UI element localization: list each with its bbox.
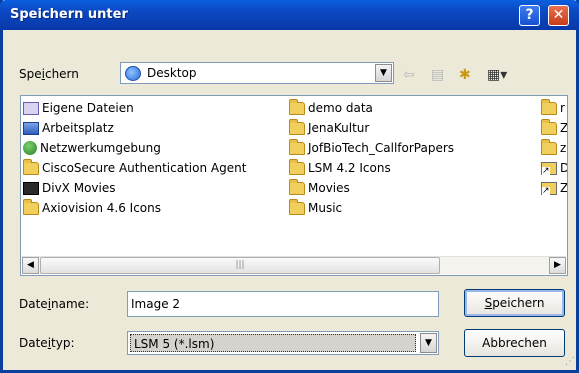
item-label: r [560, 101, 565, 115]
grip-icon: ||| [235, 260, 245, 270]
item-label: Movies [308, 181, 350, 195]
cancel-button-label: Abbrechen [482, 336, 547, 350]
folder-icon [541, 138, 557, 155]
item-label: LSM 4.2 Icons [308, 161, 391, 175]
back-arrow-icon[interactable]: ⇦ [403, 66, 415, 84]
filetype-label: Dateityp: [19, 336, 75, 350]
location-dropdown-button[interactable]: ▼ [375, 64, 392, 82]
folder-icon [289, 178, 305, 195]
help-button[interactable]: ? [519, 5, 540, 26]
filetype-selected: LSM 5 (*.lsm) [130, 334, 416, 352]
shortcut-icon [541, 161, 557, 176]
filetype-combo[interactable]: LSM 5 (*.lsm) ▼ [127, 331, 439, 355]
list-item[interactable]: CiscoSecure Authentication Agent [23, 158, 246, 178]
item-label: Z [560, 181, 568, 195]
file-column-3: r Z z D Z [541, 98, 568, 198]
save-in-label-part: chern [44, 67, 79, 81]
folder-icon [289, 138, 305, 155]
file-list[interactable]: Eigene Dateien Arbeitsplatz Netzwerkumge… [20, 95, 568, 276]
list-item[interactable]: JenaKultur [289, 118, 454, 138]
chevron-right-icon: ▶ [554, 260, 561, 270]
window-title: Speichern unter [10, 7, 128, 22]
scroll-right-button[interactable]: ▶ [549, 257, 566, 274]
title-bar[interactable]: Speichern unter ? ✕ [0, 0, 579, 30]
chevron-down-icon: ▼ [380, 68, 387, 78]
item-label: D [560, 158, 567, 178]
new-folder-icon[interactable]: ✱ [459, 66, 471, 84]
scroll-left-button[interactable]: ◀ [22, 257, 39, 274]
chevron-down-icon: ▼ [425, 338, 432, 348]
file-column-1: Eigene Dateien Arbeitsplatz Netzwerkumge… [23, 98, 246, 218]
folder-icon [23, 198, 39, 215]
list-item[interactable]: z [541, 138, 567, 158]
folder-icon [289, 98, 305, 115]
save-in-label-part: Spe [19, 67, 42, 81]
list-item[interactable]: Eigene Dateien [23, 98, 246, 118]
folder-icon [289, 158, 305, 175]
close-icon: ✕ [552, 7, 565, 23]
location-value: Desktop [147, 66, 197, 80]
item-label: Axiovision 4.6 Icons [42, 201, 162, 215]
resize-grip-icon[interactable]: ⋰ [563, 357, 575, 369]
folder-icon [541, 98, 557, 115]
list-item[interactable]: D [541, 158, 567, 178]
list-item[interactable]: DivX Movies [23, 178, 246, 198]
item-label: Arbeitsplatz [42, 121, 114, 135]
filename-value: Image 2 [131, 297, 181, 311]
horizontal-scrollbar[interactable]: ◀ ||| ▶ [22, 256, 566, 274]
item-label: Netzwerkumgebung [40, 141, 161, 155]
up-folder-icon[interactable]: ▤ [431, 66, 444, 84]
folder-icon [289, 198, 305, 215]
cancel-button[interactable]: Abbrechen [464, 329, 565, 357]
filetype-value: LSM 5 (*.lsm) [134, 337, 215, 351]
filename-label-part: Date [19, 297, 48, 311]
save-button[interactable]: Speichern [464, 289, 565, 317]
list-item[interactable]: demo data [289, 98, 454, 118]
filetype-label-part: typ: [51, 336, 75, 350]
shortcut-icon [23, 181, 39, 195]
filename-label: Dateiname: [19, 297, 89, 311]
desktop-icon [125, 66, 141, 81]
close-button[interactable]: ✕ [548, 5, 569, 26]
list-item[interactable]: LSM 4.2 Icons [289, 158, 454, 178]
scroll-thumb[interactable]: ||| [40, 257, 440, 274]
filetype-label-part: Date [19, 336, 48, 350]
my-documents-icon [23, 101, 39, 115]
item-label: JenaKultur [308, 121, 370, 135]
folder-icon [23, 158, 39, 175]
item-label: z [560, 141, 567, 155]
list-item[interactable]: Axiovision 4.6 Icons [23, 198, 246, 218]
list-item[interactable]: JofBioTech_CallforPapers [289, 138, 454, 158]
chevron-left-icon: ◀ [27, 260, 34, 270]
my-computer-icon [23, 121, 39, 135]
filename-input[interactable]: Image 2 [127, 291, 439, 317]
filetype-dropdown-button[interactable]: ▼ [420, 333, 437, 353]
list-item[interactable]: Z [541, 118, 568, 138]
list-item[interactable]: Arbeitsplatz [23, 118, 246, 138]
folder-icon [289, 118, 305, 135]
list-item[interactable]: Z [541, 178, 568, 198]
item-label: JofBioTech_CallforPapers [308, 141, 455, 155]
item-label: Z [560, 121, 568, 135]
item-label: demo data [308, 101, 373, 115]
list-item[interactable]: Movies [289, 178, 454, 198]
save-in-label: Speichern [19, 67, 79, 81]
save-as-dialog: Speichern unter ? ✕ Speichern Desktop ▼ … [0, 0, 579, 373]
item-label: DivX Movies [42, 181, 116, 195]
list-item[interactable]: r [541, 98, 567, 118]
item-label: Music [308, 201, 343, 215]
network-icon [23, 141, 37, 155]
view-menu-icon[interactable]: ▦▾ [487, 66, 507, 84]
item-label: Eigene Dateien [42, 101, 134, 115]
list-item[interactable]: Music [289, 198, 454, 218]
question-icon: ? [525, 7, 534, 23]
shortcut-icon [541, 181, 557, 196]
file-column-2: demo data JenaKultur JofBioTech_CallforP… [289, 98, 454, 218]
folder-icon [541, 118, 557, 135]
save-button-label: peichern [492, 296, 545, 310]
location-combo[interactable]: Desktop ▼ [120, 62, 394, 84]
filename-label-part: name: [51, 297, 90, 311]
list-item[interactable]: Netzwerkumgebung [23, 138, 246, 158]
item-label: CiscoSecure Authentication Agent [42, 161, 247, 175]
